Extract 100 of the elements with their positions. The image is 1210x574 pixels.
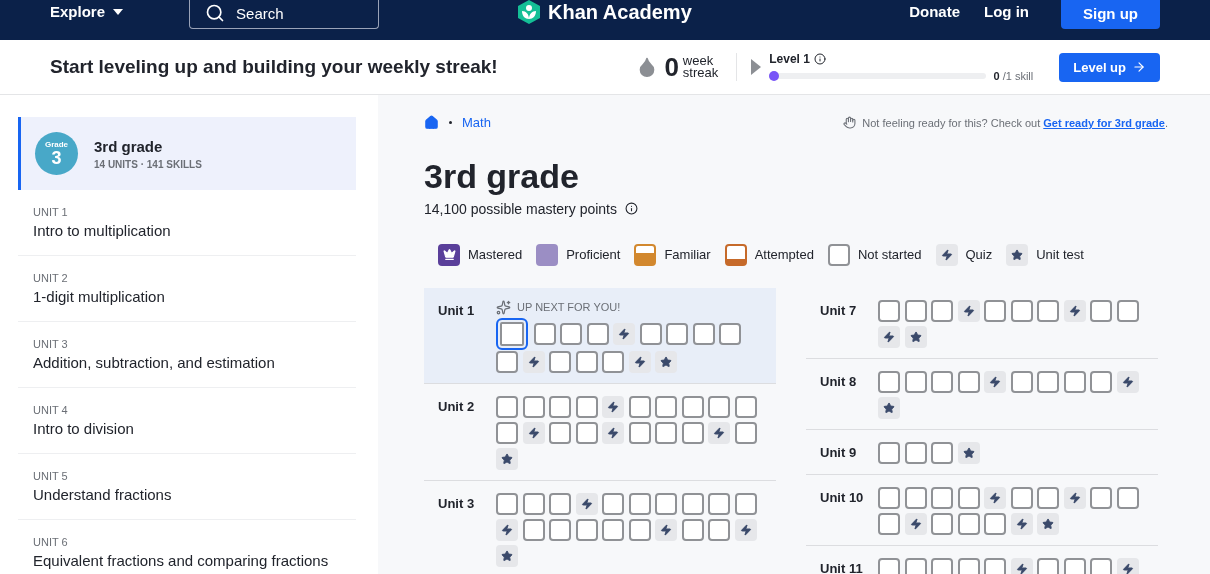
skill-square[interactable]	[931, 557, 953, 574]
readiness-link[interactable]: Get ready for 3rd grade	[1043, 116, 1165, 129]
lightning-icon	[940, 248, 953, 261]
quiz-button[interactable]	[1116, 370, 1139, 393]
quiz-button[interactable]	[575, 492, 598, 515]
level-label: Level 1	[769, 52, 810, 66]
lightning-icon	[1068, 304, 1081, 317]
quiz-button[interactable]	[1063, 486, 1086, 509]
quiz-button[interactable]	[984, 486, 1006, 509]
skill-square[interactable]	[655, 395, 677, 418]
legend-label: Attempted	[754, 247, 814, 263]
unit-test-button[interactable]	[655, 350, 677, 373]
nav-link[interactable]: Log in	[984, 3, 1029, 20]
play-icon	[751, 59, 762, 75]
info-icon[interactable]	[813, 53, 826, 65]
quiz-button[interactable]	[734, 518, 757, 541]
sign-up-button[interactable]: Sign up	[1061, 0, 1160, 29]
unit-test-button[interactable]	[904, 325, 927, 348]
skill-square[interactable]	[878, 557, 900, 574]
quiz-button[interactable]	[904, 512, 927, 535]
star-icon	[962, 446, 975, 459]
home-icon[interactable]	[424, 115, 439, 130]
quiz-button[interactable]	[496, 518, 518, 541]
logo-text[interactable]: Khan Academy	[548, 0, 692, 24]
unit-name: Unit 10	[820, 488, 865, 507]
legend-label: Quiz	[965, 247, 993, 263]
search-icon	[205, 3, 226, 23]
legend-label: Mastered	[468, 247, 523, 263]
unit-test-button[interactable]	[496, 544, 518, 567]
skill-square[interactable]	[666, 322, 688, 345]
course-header[interactable]: Grade 3 3rd grade 14 UNITS · 141 SKILLS	[18, 117, 356, 190]
unit-test-button[interactable]	[878, 396, 900, 419]
quiz-button[interactable]	[1116, 557, 1139, 574]
skill-square[interactable]	[878, 441, 900, 464]
skill-square[interactable]	[957, 557, 980, 574]
skill-square[interactable]	[1063, 370, 1086, 393]
info-icon[interactable]	[625, 202, 638, 216]
quiz-button[interactable]	[1010, 557, 1033, 574]
quiz-button[interactable]	[522, 350, 545, 373]
quiz-button[interactable]	[878, 325, 900, 348]
course-title: 3rd grade	[94, 137, 164, 155]
unit-title: Understand fractions	[33, 486, 173, 503]
skill-square[interactable]	[904, 557, 927, 574]
lightning-icon	[1068, 491, 1081, 504]
quiz-button[interactable]	[628, 350, 651, 373]
star-icon	[501, 452, 513, 465]
unit-test-button[interactable]	[496, 447, 518, 470]
lightning-icon	[1121, 375, 1134, 388]
skill-square[interactable]	[719, 322, 741, 345]
search-field[interactable]: Search	[189, 0, 380, 29]
skill-square[interactable]	[692, 322, 715, 345]
unit-name: Unit 8	[820, 372, 858, 391]
skill-square[interactable]	[655, 421, 677, 444]
skill-square[interactable]	[1116, 486, 1139, 509]
unit-number: UNIT 6	[33, 536, 69, 548]
unit-name: Unit 1	[438, 301, 476, 320]
star-icon	[909, 330, 922, 343]
lightning-icon	[1015, 517, 1028, 530]
unit-test-button[interactable]	[957, 441, 980, 464]
level-up-button[interactable]: Level up	[1059, 52, 1160, 82]
star-icon	[660, 355, 672, 368]
quiz-button[interactable]	[602, 421, 624, 444]
explore-menu[interactable]: Explore	[50, 3, 124, 20]
unit-name: Unit 3	[438, 494, 476, 513]
legend-label: Unit test	[1036, 247, 1084, 263]
quiz-button[interactable]	[613, 322, 635, 345]
streak-label: week streak	[682, 55, 719, 79]
skill-square[interactable]	[1116, 299, 1139, 322]
skill-square[interactable]	[1037, 370, 1059, 393]
skill-square[interactable]	[1010, 299, 1033, 322]
quiz-button[interactable]	[1063, 299, 1086, 322]
breadcrumb-link[interactable]: Math	[462, 115, 491, 130]
lightning-icon	[989, 491, 1001, 504]
skill-square[interactable]	[560, 322, 582, 345]
crown-icon	[442, 248, 456, 262]
quiz-button[interactable]	[655, 518, 677, 541]
skill-square[interactable]	[533, 322, 556, 345]
skill-square[interactable]	[575, 350, 598, 373]
star-icon	[1042, 517, 1054, 530]
hand-icon	[843, 116, 857, 129]
skill-square[interactable]	[496, 317, 528, 350]
skill-square[interactable]	[931, 370, 953, 393]
unit-number: UNIT 1	[33, 206, 69, 218]
unit-title: Equivalent fractions and comparing fractions	[33, 552, 330, 569]
unit-test-button[interactable]	[1037, 512, 1059, 535]
unit-title: Intro to division	[33, 420, 135, 437]
streak-count: 0	[664, 51, 679, 83]
lightning-icon	[607, 426, 619, 439]
skill-square[interactable]	[904, 441, 927, 464]
lightning-icon	[883, 330, 895, 343]
quiz-button[interactable]	[708, 421, 730, 444]
quiz-button[interactable]	[602, 395, 624, 418]
quiz-button[interactable]	[1010, 512, 1033, 535]
skill-square[interactable]	[1063, 557, 1086, 574]
quiz-button[interactable]	[522, 421, 545, 444]
quiz-button[interactable]	[957, 299, 980, 322]
unit-name: Unit 9	[820, 443, 858, 462]
mastery-points: 14,100 possible mastery points	[424, 200, 617, 217]
nav-link[interactable]: Donate	[909, 3, 960, 20]
quiz-button[interactable]	[984, 370, 1006, 393]
